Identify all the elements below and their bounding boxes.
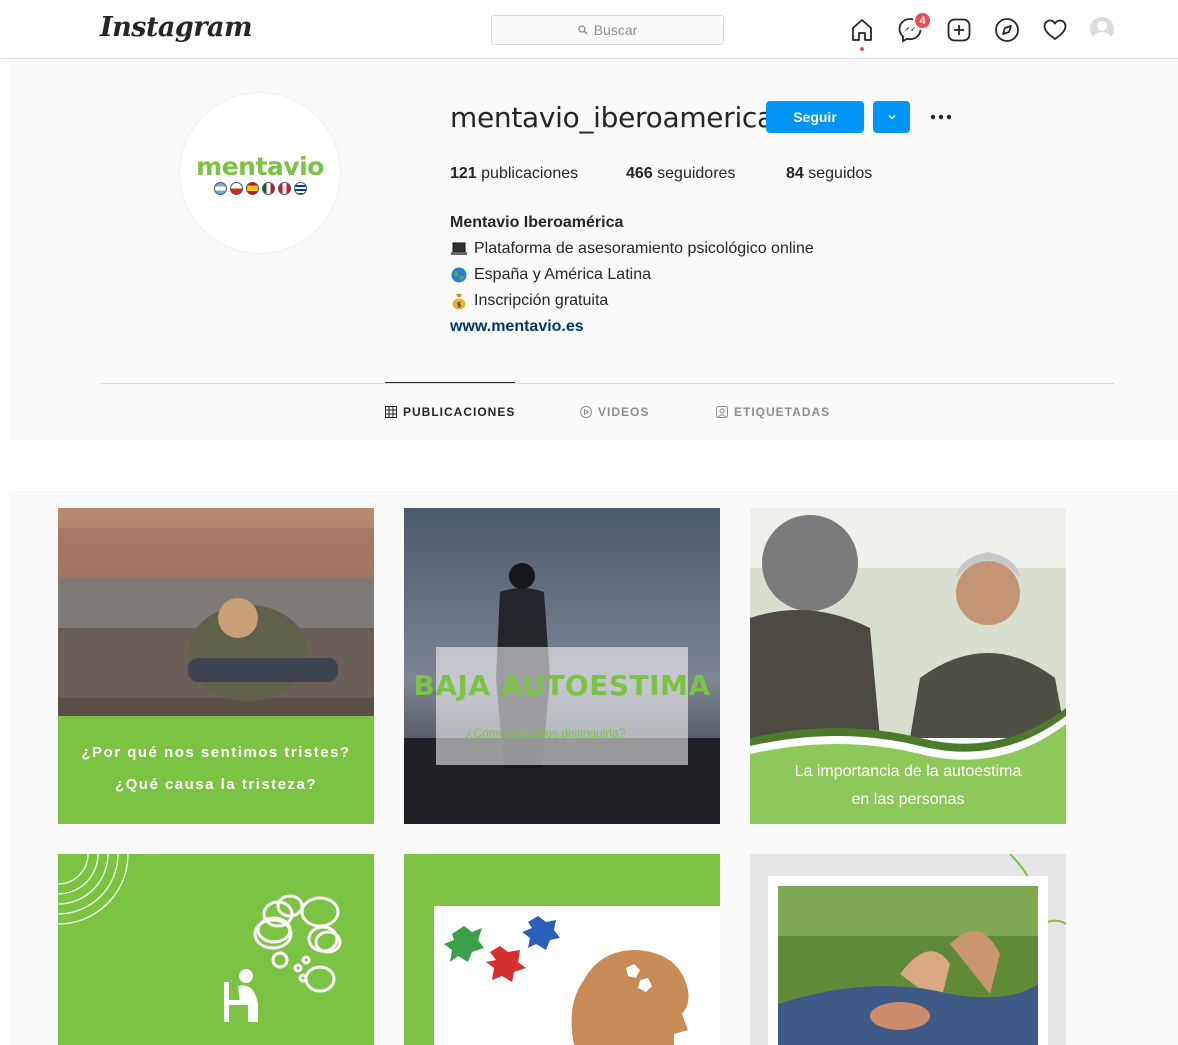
post-tile[interactable]	[750, 854, 1066, 1045]
search-input[interactable]: Buscar	[491, 15, 724, 45]
profile-display-name: Mentavio Iberoamérica	[450, 214, 624, 231]
post-3-caption: La importancia de la autoestima en las p…	[750, 758, 1066, 814]
avatar-brand-text: mentavio	[196, 151, 324, 181]
flags-row	[213, 181, 307, 195]
bio-website-link[interactable]: www.mentavio.es	[450, 318, 584, 335]
more-dots-icon	[930, 114, 952, 120]
explore-icon[interactable]	[994, 17, 1020, 43]
post-2-title: BAJA AUTOESTIMA	[413, 669, 711, 702]
tab-publicaciones-label: PUBLICACIONES	[403, 405, 516, 419]
following-stat[interactable]: 84 seguidos	[786, 165, 872, 183]
post-1-caption-line1: ¿Por qué nos sentimos tristes?	[81, 744, 351, 761]
post-tile[interactable]	[404, 854, 720, 1045]
post-2-image	[404, 508, 720, 824]
post-tile[interactable]: ¿Por qué nos sentimos tristes? ¿Qué caus…	[58, 508, 374, 824]
post-tile[interactable]	[58, 854, 374, 1045]
post-6-image	[750, 854, 1066, 1045]
suggestions-dropdown-button[interactable]	[873, 101, 910, 133]
posts-count-stat: 121 publicaciones	[450, 165, 578, 183]
money-bag-icon: $	[450, 292, 468, 310]
instagram-logo[interactable]: Instagram	[100, 12, 253, 43]
following-label: seguidos	[808, 165, 873, 182]
bio-line-platform: Plataforma de asesoramiento psicológico …	[450, 236, 814, 262]
post-3-caption-line2: en las personas	[851, 791, 965, 808]
followers-count: 466	[626, 165, 653, 182]
followers-label: seguidores	[657, 165, 736, 182]
post-1-caption-line2: ¿Qué causa la tristeza?	[114, 776, 318, 793]
bio-line-region: España y América Latina	[450, 262, 814, 288]
tagged-user-icon	[716, 406, 728, 418]
activity-heart-icon[interactable]	[1042, 17, 1068, 43]
followers-stat[interactable]: 466 seguidores	[626, 165, 735, 183]
tab-videos-label: VIDEOS	[598, 405, 650, 419]
post-tile[interactable]: BAJA AUTOESTIMA ¿Cómo podemos distinguir…	[404, 508, 720, 824]
post-1-caption: ¿Por qué nos sentimos tristes? ¿Qué caus…	[58, 737, 374, 801]
tab-etiquetadas-label: ETIQUETADAS	[734, 405, 831, 419]
profile-avatar-icon[interactable]	[1090, 17, 1114, 41]
mexico-flag-icon	[261, 181, 275, 195]
messages-count-badge: 4	[913, 11, 932, 30]
laptop-icon	[450, 240, 468, 258]
argentina-flag-icon	[213, 181, 227, 195]
new-post-icon[interactable]	[946, 17, 972, 43]
more-options-button[interactable]	[926, 104, 956, 130]
profile-picture[interactable]: mentavio	[179, 92, 341, 254]
post-2-subtitle: ¿Cómo podemos distinguirla?	[466, 726, 626, 740]
posts-label: publicaciones	[481, 165, 579, 182]
posts-count: 121	[450, 165, 477, 182]
following-count: 84	[786, 165, 804, 182]
follow-button[interactable]: Seguir	[766, 101, 864, 133]
search-placeholder: Buscar	[593, 22, 638, 38]
uruguay-flag-icon	[293, 181, 307, 195]
profile-bio: Mentavio Iberoamérica Plataforma de ases…	[450, 210, 814, 340]
video-play-icon	[580, 406, 592, 418]
profile-username: mentavio_iberoamerica	[450, 101, 774, 134]
grid-icon	[385, 406, 397, 418]
tab-videos[interactable]: VIDEOS	[580, 405, 649, 419]
active-tab-indicator	[385, 382, 515, 383]
chevron-down-icon	[888, 115, 895, 120]
search-icon	[578, 25, 588, 35]
chile-flag-icon	[229, 181, 243, 195]
home-active-dot	[860, 47, 864, 51]
tab-publicaciones[interactable]: PUBLICACIONES	[385, 405, 515, 419]
spain-flag-icon	[245, 181, 259, 195]
bio-line2-text: España y América Latina	[474, 266, 651, 283]
post-3-caption-line1: La importancia de la autoestima	[794, 763, 1022, 780]
post-tile[interactable]: La importancia de la autoestima en las p…	[750, 508, 1066, 824]
top-navigation-bar: Instagram Buscar 4	[0, 0, 1178, 59]
post-4-image	[58, 854, 374, 1045]
svg-text:$: $	[457, 301, 462, 309]
globe-icon	[450, 266, 468, 284]
bio-line3-text: Inscripción gratuita	[474, 292, 609, 309]
peru-flag-icon	[277, 181, 291, 195]
post-5-image	[404, 854, 720, 1045]
bio-line1-text: Plataforma de asesoramiento psicológico …	[474, 240, 814, 257]
home-icon[interactable]	[849, 17, 875, 43]
tabs-divider	[101, 383, 1114, 384]
bio-line-signup: $ Inscripción gratuita	[450, 288, 814, 314]
tab-etiquetadas[interactable]: ETIQUETADAS	[716, 405, 830, 419]
